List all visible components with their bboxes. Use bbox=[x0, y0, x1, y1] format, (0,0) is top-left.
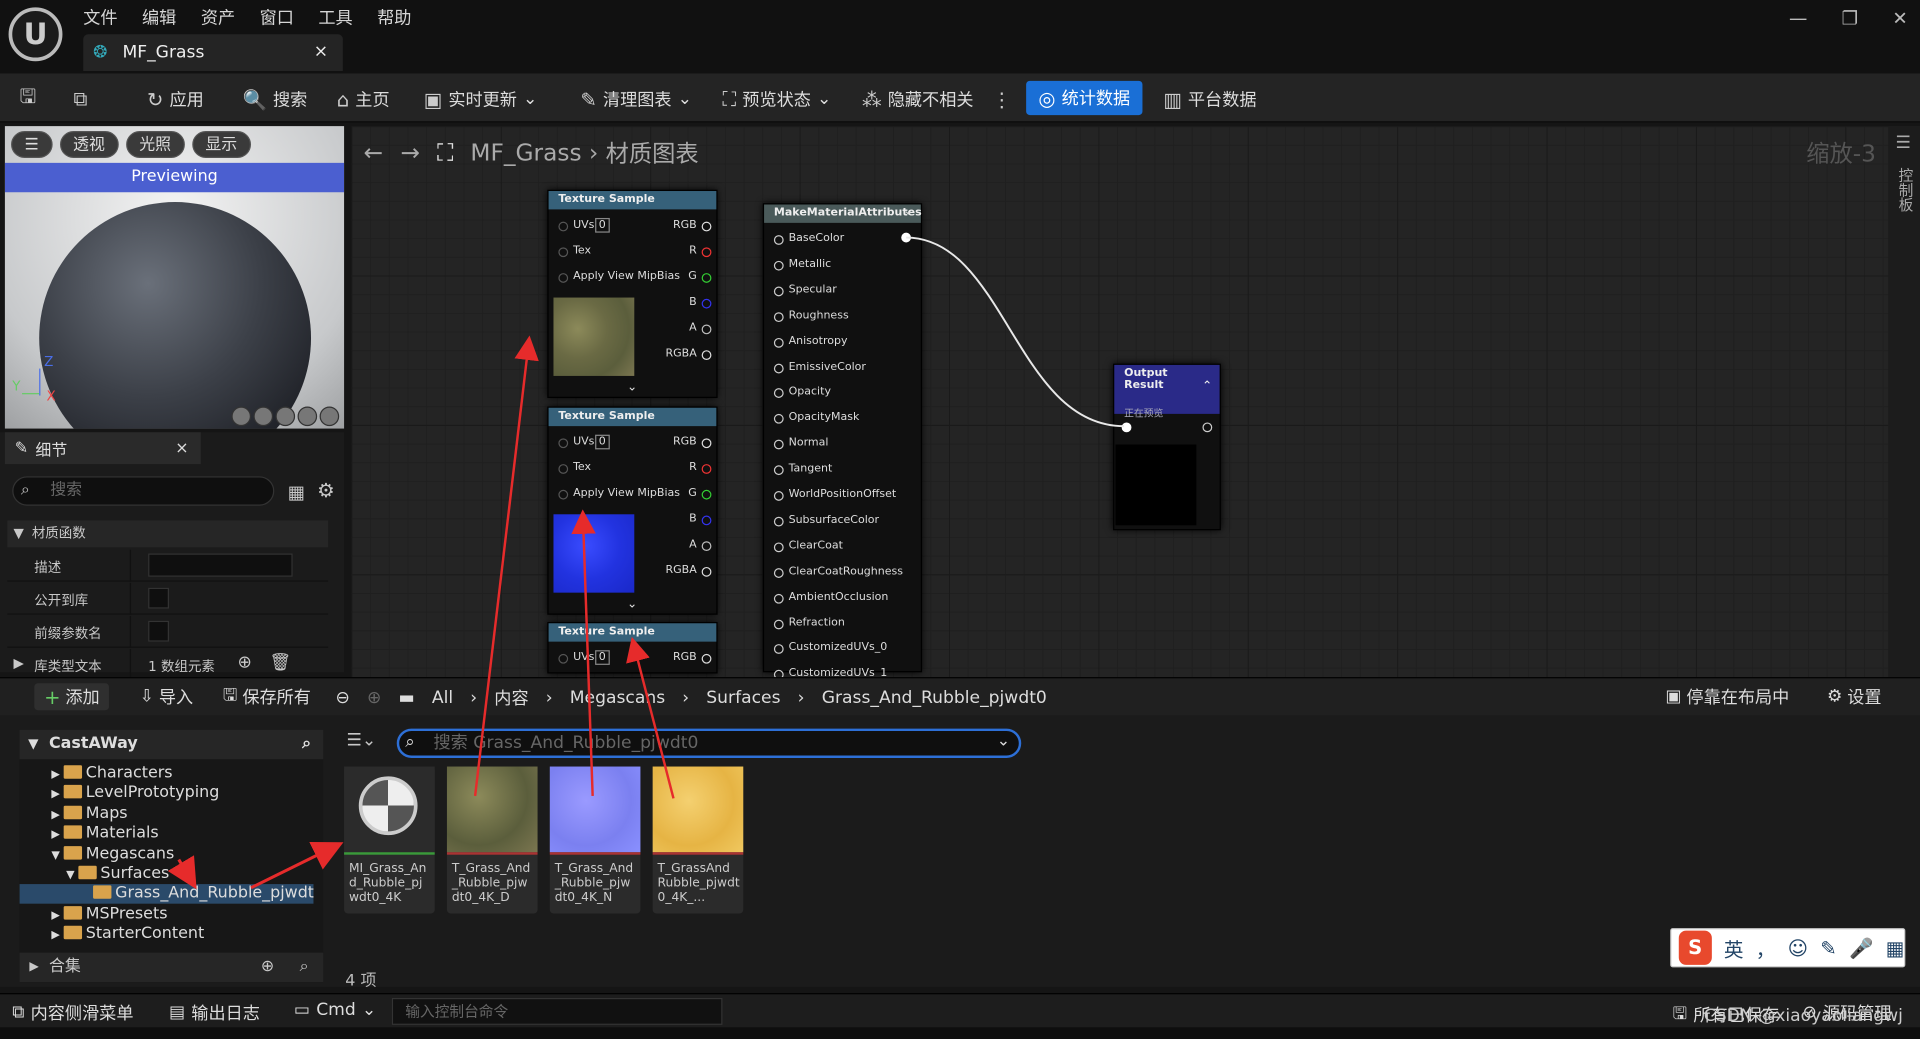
annotation-arrow bbox=[571, 509, 596, 796]
connection-wire bbox=[906, 236, 1125, 428]
annotation-arrow bbox=[167, 855, 197, 890]
annotation-arrow bbox=[626, 636, 675, 799]
annotation-arrow bbox=[473, 335, 539, 797]
graph-overlay bbox=[167, 236, 1125, 890]
annotation-arrow bbox=[250, 842, 344, 890]
